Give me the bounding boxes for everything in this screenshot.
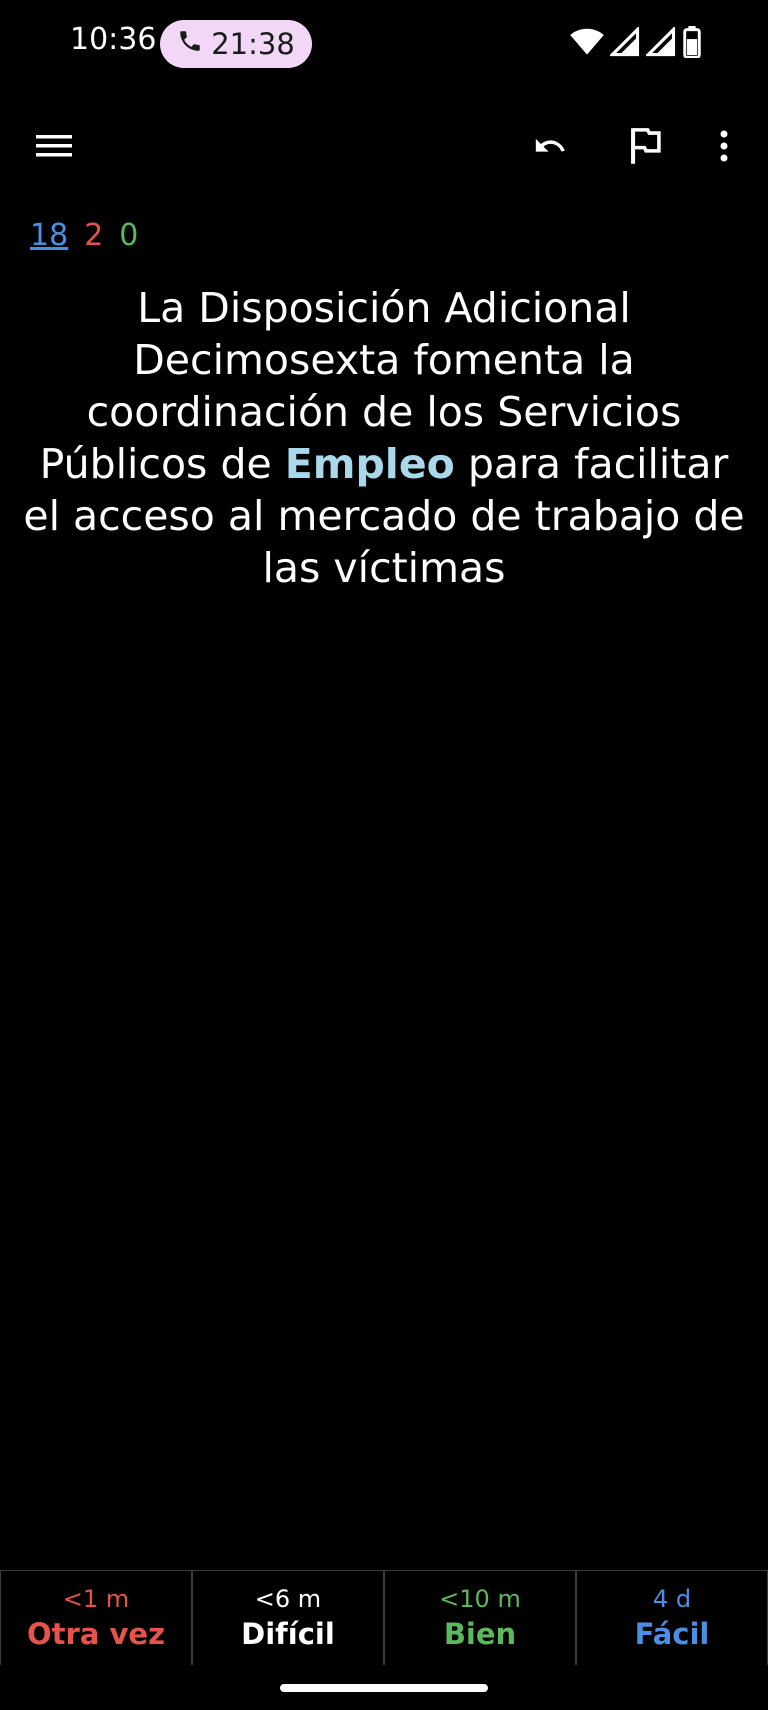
signal-icon	[644, 25, 676, 61]
undo-icon	[528, 129, 572, 167]
card-highlight: Empleo	[284, 440, 455, 488]
status-bar: 10:36 21:38	[0, 0, 768, 90]
review-count: 0	[119, 218, 139, 253]
signal-icon	[608, 25, 640, 61]
menu-icon	[34, 131, 74, 165]
undo-button[interactable]	[522, 120, 578, 176]
learn-count: 2	[84, 218, 104, 253]
phone-icon	[177, 27, 203, 61]
ongoing-call-chip[interactable]: 21:38	[160, 20, 312, 68]
flag-button[interactable]	[618, 120, 674, 176]
card-question[interactable]: La Disposición Adicional Decimosexta fom…	[20, 282, 748, 594]
new-count: 18	[30, 218, 69, 253]
easy-interval: 4 d	[652, 1585, 692, 1613]
hard-interval: <6 m	[254, 1585, 322, 1613]
wifi-icon	[570, 28, 604, 60]
good-label: Bien	[443, 1617, 517, 1651]
status-icons	[570, 25, 702, 62]
easy-button[interactable]: 4 d Fácil	[576, 1571, 768, 1665]
again-label: Otra vez	[27, 1617, 165, 1651]
call-timer: 21:38	[211, 27, 295, 61]
answer-buttons: <1 m Otra vez <6 m Difícil <10 m Bien 4 …	[0, 1570, 768, 1665]
again-button[interactable]: <1 m Otra vez	[0, 1571, 192, 1665]
more-options-button[interactable]	[696, 120, 752, 176]
again-interval: <1 m	[62, 1585, 130, 1613]
more-vert-icon	[718, 128, 730, 168]
status-time: 10:36	[70, 22, 157, 57]
gesture-handle[interactable]	[280, 1684, 488, 1692]
menu-button[interactable]	[26, 120, 82, 176]
app-bar	[0, 110, 768, 190]
hard-button[interactable]: <6 m Difícil	[192, 1571, 384, 1665]
battery-icon	[682, 26, 702, 62]
card-counts: 18 2 0	[30, 218, 138, 253]
easy-label: Fácil	[634, 1617, 710, 1651]
good-interval: <10 m	[439, 1585, 521, 1613]
good-button[interactable]: <10 m Bien	[384, 1571, 576, 1665]
hard-label: Difícil	[241, 1617, 335, 1651]
flag-icon	[626, 125, 666, 171]
